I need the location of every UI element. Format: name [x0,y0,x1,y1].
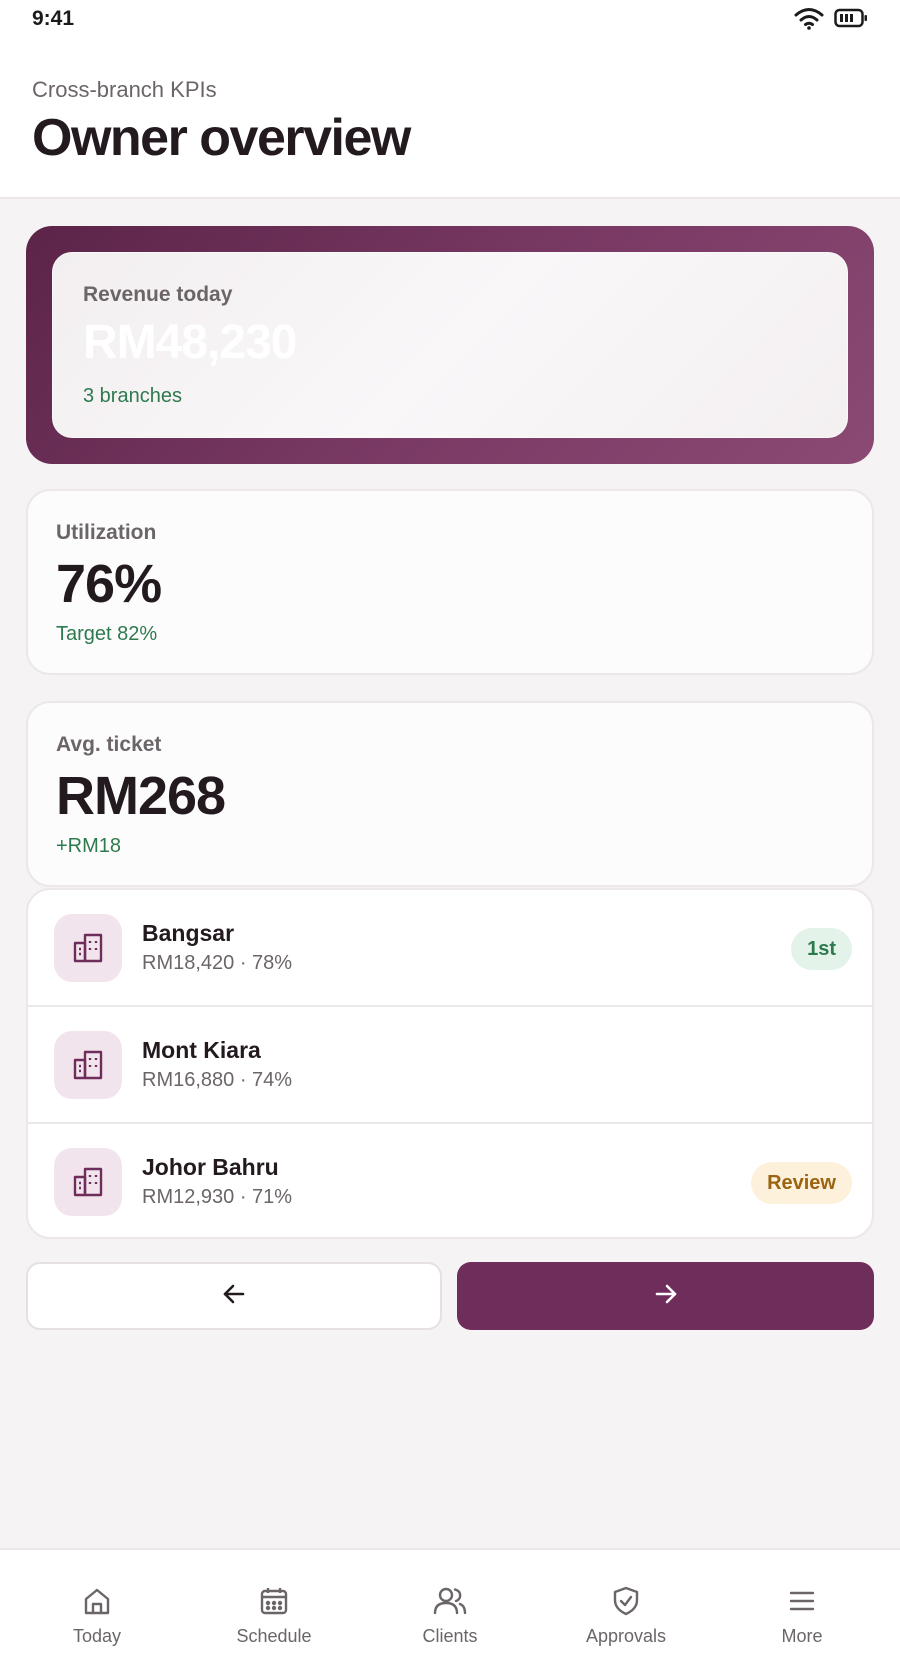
arrow-right-icon [652,1280,680,1313]
branch-meta: RM16,880 · 74% [142,1069,293,1091]
building-icon [54,914,122,982]
branch-meta: RM18,420 · 78% [142,952,293,974]
branch-name: Johor Bahru [142,1154,279,1180]
tab-label: Clients [422,1626,478,1646]
tab-approvals[interactable]: Approvals [538,1550,714,1677]
arrow-left-icon [220,1280,248,1313]
branch-name: Bangsar [142,920,235,946]
tab-label: More [781,1626,823,1646]
next-button[interactable] [457,1262,874,1330]
kpi-card-utilization: Utilization 76% Target 82% [26,489,874,675]
page-title: Owner overview [32,109,411,167]
previous-button[interactable] [26,1262,442,1330]
bottom-tab-bar: Today Schedule Clients Approvals More [0,1548,900,1677]
tab-today[interactable]: Today [9,1550,185,1677]
branch-name: Mont Kiara [142,1037,261,1063]
battery-icon [834,7,868,34]
status-bar: 9:41 [0,0,900,44]
branch-row-bangsar[interactable]: Bangsar RM18,420 · 78% 1st [28,890,872,1007]
branch-row-johor-bahru[interactable]: Johor Bahru RM12,930 · 71% Review [28,1124,872,1237]
revenue-hero-inner: Revenue today RM48,230 3 branches [52,252,848,438]
page-subtitle: Cross-branch KPIs [32,77,217,102]
branch-row-mont-kiara[interactable]: Mont Kiara RM16,880 · 74% [28,1007,872,1124]
shield-check-icon [609,1584,643,1618]
status-icons [794,6,868,35]
revenue-note: 3 branches [83,385,182,407]
revenue-label: Revenue today [83,283,233,306]
users-icon [433,1584,467,1618]
kpi-label: Utilization [56,521,157,544]
menu-icon [785,1584,819,1618]
rank-badge: 1st [791,928,852,970]
kpi-value: 76% [56,554,162,614]
kpi-label: Avg. ticket [56,733,162,756]
kpi-card-avg-ticket: Avg. ticket RM268 +RM18 [26,701,874,887]
tab-label: Approvals [585,1626,667,1646]
tab-label: Today [72,1626,122,1646]
branch-list: Bangsar RM18,420 · 78% 1st Mont Kiara RM… [26,888,874,1239]
revenue-value: RM48,230 [83,316,297,369]
tab-more[interactable]: More [714,1550,890,1677]
tab-clients[interactable]: Clients [362,1550,538,1677]
building-icon [54,1148,122,1216]
tab-label: Schedule [236,1626,312,1646]
home-icon [80,1584,114,1618]
page-header: Cross-branch KPIs Owner overview [0,44,900,199]
wifi-icon [794,6,824,35]
revenue-hero-card: Revenue today RM48,230 3 branches [26,226,874,464]
review-badge: Review [751,1162,852,1204]
kpi-note: Target 82% [56,623,158,645]
status-time: 9:41 [32,7,75,30]
branch-meta: RM12,930 · 71% [142,1186,293,1208]
kpi-note: +RM18 [56,835,122,857]
tab-schedule[interactable]: Schedule [186,1550,362,1677]
calendar-icon [257,1584,291,1618]
building-icon [54,1031,122,1099]
kpi-value: RM268 [56,766,226,826]
